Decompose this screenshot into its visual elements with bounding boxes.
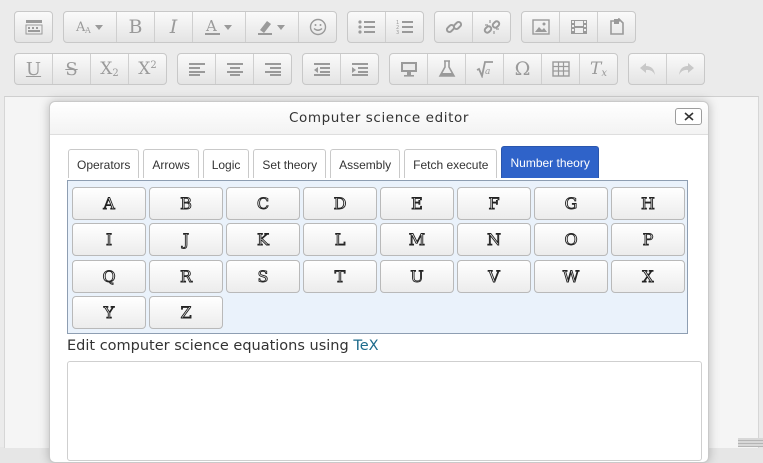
key-x[interactable]: X	[611, 259, 685, 293]
computer-science-editor-dialog: Computer science editor Operators Arrows…	[49, 101, 709, 463]
chemistry-icon[interactable]	[428, 54, 466, 84]
table-icon[interactable]	[542, 54, 580, 84]
toolbar-group-style: AA B I A	[63, 11, 337, 43]
undo-icon[interactable]	[629, 54, 667, 84]
underline-icon[interactable]: U	[15, 54, 53, 84]
tex-help-link[interactable]: TeX	[353, 338, 378, 354]
bulleted-list-icon[interactable]	[348, 12, 386, 42]
key-e[interactable]: E	[380, 187, 454, 220]
toolbar-group-indent	[302, 53, 379, 85]
key-j[interactable]: J	[149, 223, 223, 257]
dialog-title: Computer science editor	[288, 110, 470, 126]
align-center-icon[interactable]	[216, 54, 254, 84]
collapse-icon[interactable]	[15, 12, 52, 42]
key-g[interactable]: G	[534, 187, 608, 220]
toolbar-group-history	[628, 53, 705, 85]
svg-text:3: 3	[396, 30, 399, 35]
symbol-keypad: ABCDEFGH IJKLMNOP QRSTUVWX YZ	[67, 180, 688, 334]
italic-icon[interactable]: I	[155, 12, 193, 42]
align-right-icon[interactable]	[254, 54, 291, 84]
redo-icon[interactable]	[667, 54, 704, 84]
key-z[interactable]: Z	[149, 295, 223, 329]
align-left-icon[interactable]	[178, 54, 216, 84]
key-d[interactable]: D	[303, 187, 377, 220]
image-icon[interactable]	[522, 12, 560, 42]
toolbar-group-media	[521, 11, 636, 43]
svg-text:A: A	[84, 26, 91, 35]
key-q[interactable]: Q	[72, 259, 146, 293]
help-text-prefix: Edit computer science equations using	[67, 338, 354, 354]
tab-bar: Operators Arrows Logic Set theory Assemb…	[68, 146, 603, 178]
unlink-icon[interactable]	[473, 12, 510, 42]
subscript-icon[interactable]: X2	[91, 54, 129, 84]
key-o[interactable]: O	[534, 223, 608, 257]
key-u[interactable]: U	[380, 259, 454, 293]
tab-set-theory[interactable]: Set theory	[253, 149, 327, 178]
dialog-header[interactable]: Computer science editor	[50, 102, 708, 135]
toolbar-group-links	[434, 11, 511, 43]
font-size-icon[interactable]: AA	[64, 12, 117, 42]
key-h[interactable]: H	[611, 187, 685, 220]
key-v[interactable]: V	[457, 259, 531, 293]
tab-logic[interactable]: Logic	[202, 149, 250, 178]
key-n[interactable]: N	[457, 223, 531, 257]
key-r[interactable]: R	[149, 259, 223, 293]
toolbar-group-format: U S X2 X2	[14, 53, 167, 85]
key-f[interactable]: F	[457, 187, 531, 220]
toolbar-group-insert: a Ω Tx	[389, 53, 618, 85]
key-c[interactable]: C	[226, 187, 300, 220]
toolbar-row-2: U S X2 X2 a Ω T x	[14, 53, 715, 85]
special-character-icon[interactable]: Ω	[504, 54, 542, 84]
svg-text:A: A	[205, 18, 217, 35]
toolbar-group-collapse	[14, 11, 53, 43]
media-icon[interactable]	[560, 12, 598, 42]
clear-formatting-icon[interactable]: Tx	[580, 54, 617, 84]
key-y[interactable]: Y	[72, 295, 146, 329]
key-m[interactable]: M	[380, 223, 454, 257]
key-t[interactable]: T	[303, 259, 377, 293]
outdent-icon[interactable]	[303, 54, 341, 84]
background-color-icon[interactable]	[246, 12, 299, 42]
toolbar-group-lists: 123	[347, 11, 424, 43]
tab-fetch-execute[interactable]: Fetch execute	[404, 149, 498, 178]
close-icon	[683, 112, 694, 121]
key-b[interactable]: B	[149, 187, 223, 220]
link-icon[interactable]	[435, 12, 473, 42]
help-text: Edit computer science equations using Te…	[67, 338, 379, 354]
tab-assembly[interactable]: Assembly	[330, 149, 401, 178]
resize-handle[interactable]	[738, 438, 763, 447]
toolbar-row-1: AA B I A 123	[14, 11, 646, 43]
key-l[interactable]: L	[303, 223, 377, 257]
key-a[interactable]: A	[72, 187, 146, 220]
superscript-icon[interactable]: X2	[129, 54, 166, 84]
key-i[interactable]: I	[72, 223, 146, 257]
svg-text:a: a	[485, 67, 490, 77]
key-w[interactable]: W	[534, 259, 608, 293]
tab-operators[interactable]: Operators	[68, 149, 140, 178]
key-p[interactable]: P	[611, 223, 685, 257]
close-button[interactable]	[675, 108, 702, 125]
strikethrough-icon[interactable]: S	[53, 54, 91, 84]
tab-number-theory[interactable]: Number theory	[501, 146, 599, 178]
emoji-icon[interactable]	[299, 12, 336, 42]
bold-icon[interactable]: B	[117, 12, 155, 42]
key-k[interactable]: K	[226, 223, 300, 257]
key-s[interactable]: S	[226, 259, 300, 293]
indent-icon[interactable]	[341, 54, 378, 84]
text-color-icon[interactable]: A	[193, 12, 246, 42]
numbered-list-icon[interactable]: 123	[386, 12, 423, 42]
tex-input[interactable]	[67, 361, 702, 461]
tab-arrows[interactable]: Arrows	[143, 149, 199, 178]
toolbar-group-align	[177, 53, 292, 85]
computer-science-icon[interactable]	[390, 54, 428, 84]
manage-files-icon[interactable]	[598, 12, 635, 42]
equation-icon[interactable]: a	[466, 54, 504, 84]
